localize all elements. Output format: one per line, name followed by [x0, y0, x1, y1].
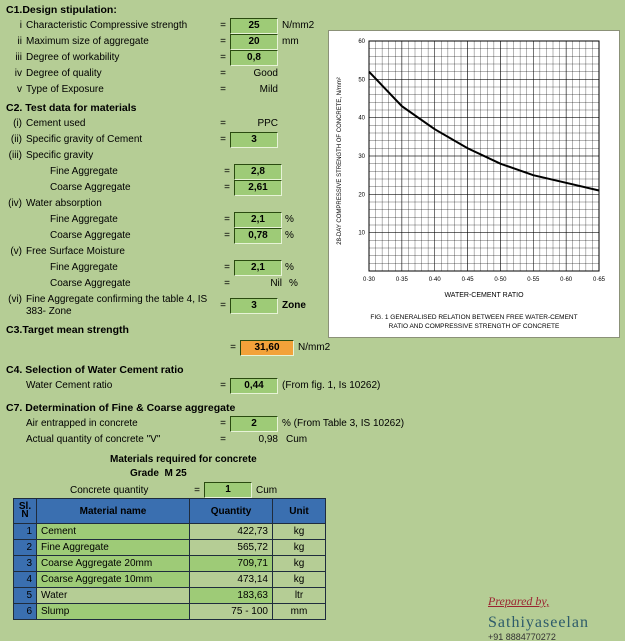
svg-text:28-DAY COMPRESSIVE STRENGTH OF: 28-DAY COMPRESSIVE STRENGTH OF CONCRETE,…: [337, 77, 343, 244]
table-row: 3Coarse Aggregate 20mm709,71kg: [14, 556, 326, 572]
table-row: 2Fine Aggregate565,72kg: [14, 540, 326, 556]
table-row: 6Slump75 - 100mm: [14, 604, 326, 620]
table-row: 1Cement422,73kg: [14, 524, 326, 540]
svg-text:40: 40: [358, 116, 365, 122]
wa-fine-input[interactable]: 2,1: [234, 212, 282, 228]
svg-text:0·40: 0·40: [429, 277, 442, 283]
target-strength-output: 31,60: [240, 340, 294, 356]
zone-input[interactable]: 3: [230, 298, 278, 314]
cement-used-value: PPC: [230, 116, 282, 132]
c7-heading: C7. Determination of Fine & Coarse aggre…: [6, 402, 625, 414]
c4-heading: C4. Selection of Water Cement ratio: [6, 364, 625, 376]
wa-coarse-input[interactable]: 0,78: [234, 228, 282, 244]
actual-qty-value: 0,98: [230, 432, 282, 448]
svg-text:0·30: 0·30: [363, 277, 376, 283]
prepared-by-label: Prepared by,: [488, 594, 549, 609]
svg-text:60: 60: [358, 39, 365, 45]
sg-coarse-input[interactable]: 2,61: [234, 180, 282, 196]
sg-cement-input[interactable]: 3: [230, 132, 278, 148]
c1-heading: C1.Design stipulation:: [6, 4, 625, 16]
svg-text:0·35: 0·35: [396, 277, 409, 283]
author-name: Sathiyaseelan: [488, 614, 589, 632]
svg-text:0·65: 0·65: [593, 277, 606, 283]
svg-text:0·50: 0·50: [494, 277, 507, 283]
worksheet-page: C1.Design stipulation: iCharacteristic C…: [0, 0, 625, 641]
svg-text:10: 10: [358, 231, 365, 237]
svg-text:WATER-CEMENT RATIO: WATER-CEMENT RATIO: [444, 292, 524, 299]
c1-input-0[interactable]: 25: [230, 18, 278, 34]
table-row: 4Coarse Aggregate 10mm473,14kg: [14, 572, 326, 588]
table-row: 5Water183,63ltr: [14, 588, 326, 604]
svg-text:RATIO AND COMPRESSIVE STRENGTH: RATIO AND COMPRESSIVE STRENGTH OF CONCRE…: [389, 323, 560, 330]
svg-text:20: 20: [358, 192, 365, 198]
fsm-fine-input[interactable]: 2,1: [234, 260, 282, 276]
materials-table: Sl. N Material name Quantity Unit 1Cemen…: [13, 498, 326, 620]
materials-subhead: Materials required for concrete: [110, 454, 625, 468]
c1-input-1[interactable]: 20: [230, 34, 278, 50]
svg-text:30: 30: [358, 154, 365, 160]
svg-text:50: 50: [358, 77, 365, 83]
wc-ratio-chart: 0·30 0·35 0·40 0·45 0·50 0·55 0·60 0·65 10 20 30 4…: [328, 30, 620, 338]
c1-input-2[interactable]: 0,8: [230, 50, 278, 66]
concrete-qty-input[interactable]: 1: [204, 482, 252, 498]
svg-text:FIG. 1 GENERALISED RELATION: FIG. 1 GENERALISED RELATION BETWEEN FREE…: [370, 314, 577, 321]
svg-text:0·55: 0·55: [527, 277, 540, 283]
author-phone: +91 8884770272: [488, 632, 556, 641]
grade-label: Grade M 25: [130, 468, 625, 482]
air-input[interactable]: 2: [230, 416, 278, 432]
svg-text:0·45: 0·45: [462, 277, 475, 283]
sg-fine-input[interactable]: 2,8: [234, 164, 282, 180]
svg-text:0·60: 0·60: [560, 277, 573, 283]
fsm-coarse-value: Nil: [234, 276, 286, 292]
wc-ratio-input[interactable]: 0,44: [230, 378, 278, 394]
